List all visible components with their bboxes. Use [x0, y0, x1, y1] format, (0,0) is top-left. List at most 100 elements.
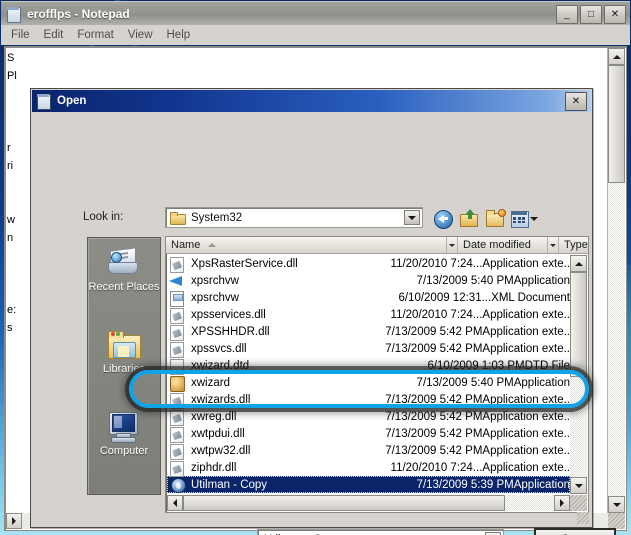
new-folder-icon[interactable]	[485, 208, 506, 228]
dialog-toolbar	[433, 207, 538, 229]
menu-item-view[interactable]: View	[128, 29, 153, 41]
file-type: Application	[513, 376, 570, 389]
table-row[interactable]: xwizard.dtd 6/10/2009 1:03 PM DTD File	[167, 357, 570, 375]
dll-icon	[169, 324, 186, 341]
file-type: Application	[513, 478, 570, 491]
column-header-date-modified[interactable]: Date modified	[458, 237, 548, 253]
column-menu-date[interactable]	[548, 237, 559, 253]
file-date: 11/20/2010 7:24...	[390, 308, 483, 321]
table-row[interactable]: ziphdr.dll 11/20/2010 7:24... Application …	[167, 459, 570, 477]
table-row-selected[interactable]: Utilman - Copy 7/13/2009 5:39 PM Applicati…	[167, 476, 570, 493]
close-button[interactable]: ✕	[604, 5, 626, 24]
notepad-resize-grip[interactable]	[608, 513, 625, 529]
dll-icon	[169, 426, 186, 443]
file-type: Application exte..	[482, 444, 570, 457]
place-label: Libraries	[102, 363, 146, 375]
file-date: 11/20/2010 7:24...	[390, 461, 483, 474]
file-name: xwtpw32.dll	[191, 444, 251, 457]
scroll-down-arrow-icon[interactable]	[608, 496, 625, 513]
scrollbar-track[interactable]	[505, 495, 554, 511]
scrollbar-thumb[interactable]	[183, 495, 505, 511]
file-type: Application	[513, 274, 570, 287]
scroll-up-arrow-icon[interactable]	[608, 48, 625, 65]
notepad-title: erofflps - Notepad	[27, 7, 130, 21]
menu-item-file[interactable]: File	[11, 29, 30, 41]
menu-item-format[interactable]: Format	[77, 29, 113, 41]
column-label: Type	[564, 239, 588, 251]
table-row[interactable]: XPSSHHDR.dll 7/13/2009 5:42 PM Application…	[167, 323, 570, 341]
dialog-titlebar[interactable]: Open ✕	[32, 90, 591, 112]
scroll-up-arrow-icon[interactable]	[570, 255, 587, 272]
scrollbar-thumb[interactable]	[608, 65, 625, 183]
file-type: Application exte..	[482, 325, 570, 338]
file-list-corner	[570, 495, 587, 511]
file-list[interactable]: Name Date modified Type XpsRasterService…	[165, 236, 589, 513]
table-row[interactable]: xwizard 7/13/2009 5:40 PM Application	[167, 374, 570, 392]
dialog-title: Open	[57, 95, 87, 107]
table-row[interactable]: xwtpw32.dll 7/13/2009 5:42 PM Application …	[167, 442, 570, 460]
file-date: 7/13/2009 5:42 PM	[385, 427, 483, 440]
maximize-button[interactable]: □	[580, 5, 602, 24]
menu-item-edit[interactable]: Edit	[44, 29, 64, 41]
file-type: Application exte..	[482, 410, 570, 423]
place-libraries[interactable]: Libraries	[88, 320, 160, 402]
back-arrow-icon[interactable]	[433, 208, 454, 229]
table-row[interactable]: xwizards.dll 7/13/2009 5:42 PM Application…	[167, 391, 570, 409]
file-name: Utilman - Copy	[191, 478, 268, 491]
libraries-icon	[106, 328, 142, 360]
file-name-input[interactable]: Utilman - Copy	[257, 529, 504, 535]
file-date: 6/10/2009 1:03 PM	[427, 359, 525, 372]
places-bar: Recent Places Libraries Computer	[87, 237, 161, 495]
scrollbar-track[interactable]	[608, 183, 625, 513]
scrollbar-track[interactable]	[570, 377, 587, 477]
file-list-header: Name Date modified Type	[166, 237, 588, 254]
table-row[interactable]: xwreg.dll 7/13/2009 5:42 PM Application ex…	[167, 408, 570, 426]
file-list-horizontal-scrollbar[interactable]	[167, 495, 570, 511]
chevron-down-icon[interactable]	[404, 210, 420, 225]
file-name: xwizard	[191, 376, 230, 389]
file-date: 11/20/2010 7:24...	[390, 257, 483, 270]
column-header-name[interactable]: Name	[166, 237, 447, 253]
up-folder-icon[interactable]	[459, 208, 480, 228]
look-in-combobox[interactable]: System32	[165, 207, 423, 228]
dll-icon	[169, 341, 186, 358]
open-button[interactable]: Open	[534, 528, 616, 535]
file-type: Application exte..	[482, 461, 570, 474]
scroll-left-arrow-icon[interactable]	[167, 495, 183, 511]
file-type: Application exte..	[482, 427, 570, 440]
table-row[interactable]: xpsservices.dll 11/20/2010 7:24... Applica…	[167, 306, 570, 324]
dll-icon	[169, 443, 186, 460]
file-list-vertical-scrollbar[interactable]	[570, 255, 587, 494]
table-row[interactable]: XpsRasterService.dll 11/20/2010 7:24... Ap…	[167, 255, 570, 273]
sort-ascending-icon	[208, 243, 217, 247]
column-label: Date modified	[463, 239, 531, 251]
file-type: XML Document	[491, 291, 570, 304]
table-row[interactable]: xwtpdui.dll 7/13/2009 5:42 PM Application …	[167, 425, 570, 443]
dll-icon	[169, 392, 186, 409]
table-row[interactable]: xpsrchvw 6/10/2009 12:31... XML Document	[167, 289, 570, 307]
place-computer[interactable]: Computer	[88, 402, 160, 484]
column-label: Name	[171, 239, 201, 251]
file-date: 7/13/2009 5:42 PM	[385, 444, 483, 457]
table-row[interactable]: xpssvcs.dll 7/13/2009 5:42 PM Application …	[167, 340, 570, 358]
open-dialog[interactable]: Open ✕ Look in: System32 Recent Places L…	[30, 88, 616, 535]
file-type: Application exte..	[482, 393, 570, 406]
minimize-button[interactable]: _	[556, 5, 578, 24]
table-row[interactable]: xpsrchvw 7/13/2009 5:40 PM Application	[167, 272, 570, 289]
file-list-rows[interactable]: XpsRasterService.dll 11/20/2010 7:24... Ap…	[167, 255, 570, 494]
menu-item-help[interactable]: Help	[167, 29, 191, 41]
place-recent-places[interactable]: Recent Places	[88, 238, 160, 320]
notepad-titlebar[interactable]: erofflps - Notepad _ □ ✕	[1, 1, 630, 26]
notepad-vertical-scrollbar[interactable]	[607, 48, 625, 513]
views-icon[interactable]	[511, 208, 538, 228]
scroll-down-arrow-icon[interactable]	[570, 477, 587, 494]
scroll-right-arrow-icon[interactable]	[554, 495, 570, 511]
dialog-resize-grip[interactable]	[577, 512, 589, 524]
column-header-type[interactable]: Type	[559, 237, 588, 253]
dialog-close-button[interactable]: ✕	[565, 92, 587, 111]
scroll-left-arrow-icon[interactable]	[6, 513, 22, 529]
folder-icon	[170, 211, 186, 225]
column-menu-name[interactable]	[447, 237, 458, 253]
scrollbar-thumb[interactable]	[570, 272, 587, 377]
dll-icon	[169, 460, 186, 477]
